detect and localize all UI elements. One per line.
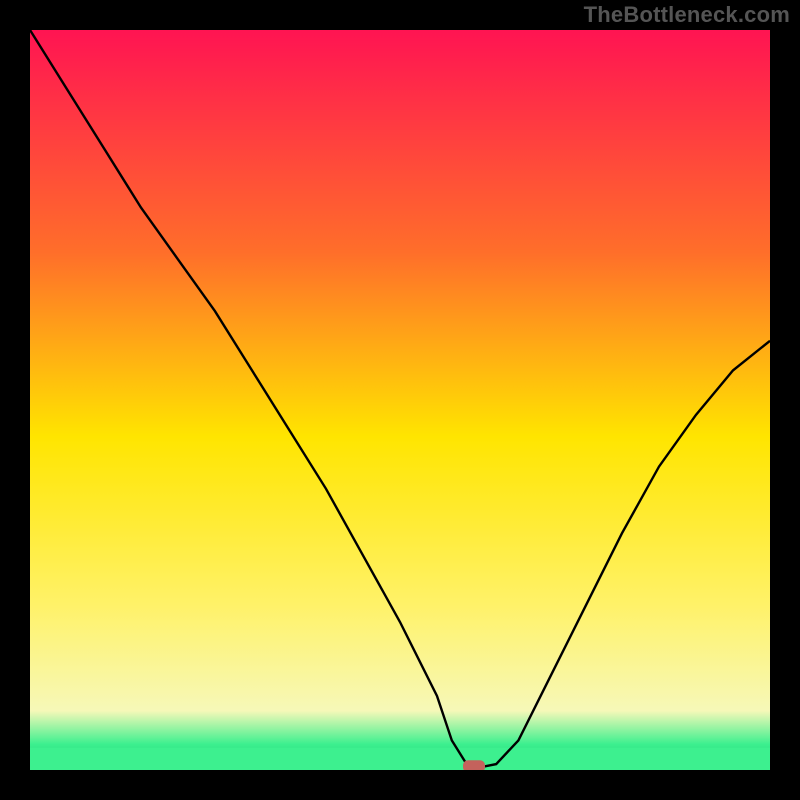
optimal-point-marker: [463, 760, 485, 770]
plot-area: [30, 30, 770, 770]
chart-frame: TheBottleneck.com: [0, 0, 800, 800]
chart-svg: [30, 30, 770, 770]
watermark-text: TheBottleneck.com: [584, 2, 790, 28]
bottom-green-strip: [30, 748, 770, 770]
gradient-background: [30, 30, 770, 770]
